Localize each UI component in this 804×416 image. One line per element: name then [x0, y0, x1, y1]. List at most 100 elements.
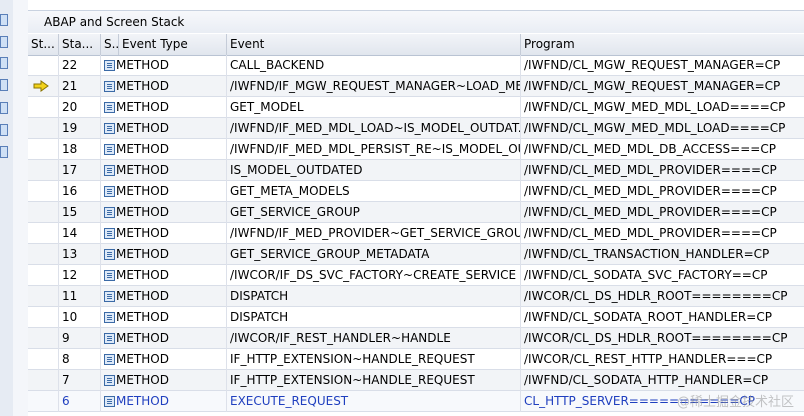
table-row[interactable]: 9 METHOD/IWCOR/IF_REST_HANDLER~HANDLE/IWC… — [28, 328, 804, 349]
row-program[interactable]: /IWFND/CL_MGW_REQUEST_MANAGER=CP — [521, 76, 804, 97]
table-row[interactable]: 14 METHOD/IWFND/IF_MED_PROVIDER~GET_SERVI… — [28, 223, 804, 244]
row-event-type: METHOD — [101, 97, 227, 118]
row-event[interactable]: /IWCOR/IF_REST_HANDLER~HANDLE — [227, 328, 521, 349]
row-event[interactable]: EXECUTE_REQUEST — [227, 391, 521, 412]
table-row[interactable]: 12 METHOD/IWCOR/IF_DS_SVC_FACTORY~CREATE_… — [28, 265, 804, 286]
row-event-type-label: METHOD — [116, 394, 169, 408]
table-row[interactable]: 22 METHOD CALL_BACKEND/IWFND/CL_MGW_REQUES… — [28, 55, 804, 76]
toolbar-button[interactable] — [0, 102, 8, 114]
left-toolbar — [0, 0, 13, 416]
row-event-type: METHOD — [101, 349, 227, 370]
panel-header: ABAP and Screen Stack — [28, 10, 804, 33]
row-event[interactable]: IF_HTTP_EXTENSION~HANDLE_REQUEST — [227, 349, 521, 370]
toolbar-button[interactable] — [0, 57, 8, 69]
row-event[interactable]: IS_MODEL_OUTDATED — [227, 160, 521, 181]
row-event[interactable]: IF_HTTP_EXTENSION~HANDLE_REQUEST — [227, 370, 521, 391]
row-event-type-label: METHOD — [116, 163, 169, 177]
row-event-type-label: METHOD — [116, 142, 169, 156]
row-event[interactable]: /IWFND/IF_MED_MDL_LOAD~IS_MODEL_OUTDAT..… — [227, 118, 521, 139]
table-row[interactable]: 8 METHOD IF_HTTP_EXTENSION~HANDLE_REQUEST /… — [28, 349, 804, 370]
row-event[interactable]: /IWFND/IF_MED_MDL_PERSIST_RE~IS_MODEL_OU… — [227, 139, 521, 160]
col-header-s[interactable]: S... — [101, 34, 119, 55]
row-event-type: METHOD — [101, 265, 227, 286]
row-event-type: METHOD — [101, 160, 227, 181]
watermark: @稀土掘金技术社区 — [676, 395, 794, 410]
row-program[interactable]: /IWFND/CL_SODATA_SVC_FACTORY==CP — [521, 265, 804, 286]
row-event-type-label: METHOD — [116, 289, 169, 303]
method-icon — [104, 60, 115, 71]
table-row[interactable]: 20 METHOD GET_MODEL/IWFND/CL_MGW_MED_MDL_L… — [28, 97, 804, 118]
row-program[interactable]: /IWFND/CL_MED_MDL_DB_ACCESS===CP — [521, 139, 804, 160]
method-icon — [104, 396, 115, 407]
row-level: 11 — [59, 286, 101, 307]
table-row[interactable]: 17 METHOD IS_MODEL_OUTDATED/IWFND/CL_MED_M… — [28, 160, 804, 181]
table-row[interactable]: 15 METHOD GET_SERVICE_GROUP/IWFND/CL_MED_M… — [28, 202, 804, 223]
row-sign-cell — [28, 349, 59, 370]
row-sign-cell — [28, 118, 59, 139]
toolbar-button[interactable] — [0, 79, 8, 91]
toolbar-button[interactable] — [0, 146, 8, 158]
row-program[interactable]: /IWFND/CL_MGW_REQUEST_MANAGER=CP — [521, 55, 804, 76]
row-level: 20 — [59, 97, 101, 118]
row-event[interactable]: GET_SERVICE_GROUP — [227, 202, 521, 223]
row-program[interactable]: /IWFND/CL_MGW_MED_MDL_LOAD====CP — [521, 118, 804, 139]
row-program[interactable]: /IWFND/CL_MED_MDL_PROVIDER====CP — [521, 202, 804, 223]
col-header-program[interactable]: Program — [521, 34, 804, 55]
row-event[interactable]: GET_SERVICE_GROUP_METADATA — [227, 244, 521, 265]
table-row[interactable]: 7 METHOD IF_HTTP_EXTENSION~HANDLE_REQUEST /… — [28, 370, 804, 391]
table-row[interactable]: 16 METHOD GET_META_MODELS/IWFND/CL_MED_MDL… — [28, 181, 804, 202]
row-event-type: METHOD — [101, 370, 227, 391]
row-event-type: METHOD — [101, 118, 227, 139]
row-program[interactable]: /IWFND/CL_MED_MDL_PROVIDER====CP — [521, 223, 804, 244]
table-row[interactable]: 19 METHOD/IWFND/IF_MED_MDL_LOAD~IS_MODEL_… — [28, 118, 804, 139]
row-event-type-label: METHOD — [116, 226, 169, 240]
row-level: 21 — [59, 76, 101, 97]
toolbar-gap — [13, 0, 28, 416]
method-icon — [104, 333, 115, 344]
row-event[interactable]: /IWCOR/IF_DS_SVC_FACTORY~CREATE_SERVICE — [227, 265, 521, 286]
row-program[interactable]: /IWFND/CL_SODATA_ROOT_HANDLER=CP — [521, 307, 804, 328]
row-program[interactable]: /IWFND/CL_MED_MDL_PROVIDER====CP — [521, 160, 804, 181]
method-icon — [104, 270, 115, 281]
table-row[interactable]: 21 METHOD/IWFND/IF_MGW_REQUEST_MANAGER~LO… — [28, 76, 804, 97]
method-icon — [104, 249, 115, 260]
row-program[interactable]: /IWFND/CL_MED_MDL_PROVIDER====CP — [521, 181, 804, 202]
row-event-type-label: METHOD — [116, 373, 169, 387]
toolbar-button[interactable] — [0, 124, 8, 136]
row-event[interactable]: DISPATCH — [227, 307, 521, 328]
row-program[interactable]: /IWFND/CL_MGW_MED_MDL_LOAD====CP — [521, 97, 804, 118]
table-header: St... Sta... S... Event Type Event Progr… — [28, 34, 804, 56]
toolbar-button[interactable] — [0, 36, 8, 48]
row-event[interactable]: /IWFND/IF_MGW_REQUEST_MANAGER~LOAD_ME... — [227, 76, 521, 97]
row-sign-cell — [28, 244, 59, 265]
col-header-sign[interactable]: St... — [28, 34, 59, 55]
row-event-type: METHOD — [101, 244, 227, 265]
method-icon — [104, 207, 115, 218]
table-row[interactable]: 18 METHOD/IWFND/IF_MED_MDL_PERSIST_RE~IS_… — [28, 139, 804, 160]
row-program[interactable]: /IWFND/CL_TRANSACTION_HANDLER=CP — [521, 244, 804, 265]
row-event-type: METHOD — [101, 223, 227, 244]
row-event[interactable]: GET_META_MODELS — [227, 181, 521, 202]
row-program[interactable]: /IWCOR/CL_DS_HDLR_ROOT========CP — [521, 328, 804, 349]
table-row[interactable]: 11 METHOD DISPATCH/IWCOR/CL_DS_HDLR_ROOT==… — [28, 286, 804, 307]
row-event[interactable]: DISPATCH — [227, 286, 521, 307]
row-program[interactable]: /IWFND/CL_SODATA_HTTP_HANDLER=CP — [521, 370, 804, 391]
table-row[interactable]: 13 METHOD GET_SERVICE_GROUP_METADATA/IWFND… — [28, 244, 804, 265]
method-icon — [104, 123, 115, 134]
toolbar-button[interactable] — [0, 14, 8, 26]
row-event[interactable]: CALL_BACKEND — [227, 55, 521, 76]
row-event-type-label: METHOD — [116, 79, 169, 93]
row-level: 16 — [59, 181, 101, 202]
row-program[interactable]: /IWCOR/CL_REST_HTTP_HANDLER===CP — [521, 349, 804, 370]
row-sign-cell — [28, 391, 59, 412]
row-event-type: METHOD — [101, 139, 227, 160]
row-event[interactable]: GET_MODEL — [227, 97, 521, 118]
row-event-type-label: METHOD — [116, 247, 169, 261]
col-header-event-type[interactable]: Event Type — [119, 34, 227, 55]
col-header-event[interactable]: Event — [227, 34, 521, 55]
row-event[interactable]: /IWFND/IF_MED_PROVIDER~GET_SERVICE_GROUP — [227, 223, 521, 244]
col-header-level[interactable]: Sta... — [59, 34, 101, 55]
panel-title: ABAP and Screen Stack — [44, 15, 185, 29]
row-program[interactable]: /IWCOR/CL_DS_HDLR_ROOT========CP — [521, 286, 804, 307]
table-row[interactable]: 10 METHOD DISPATCH/IWFND/CL_SODATA_ROOT_HA… — [28, 307, 804, 328]
